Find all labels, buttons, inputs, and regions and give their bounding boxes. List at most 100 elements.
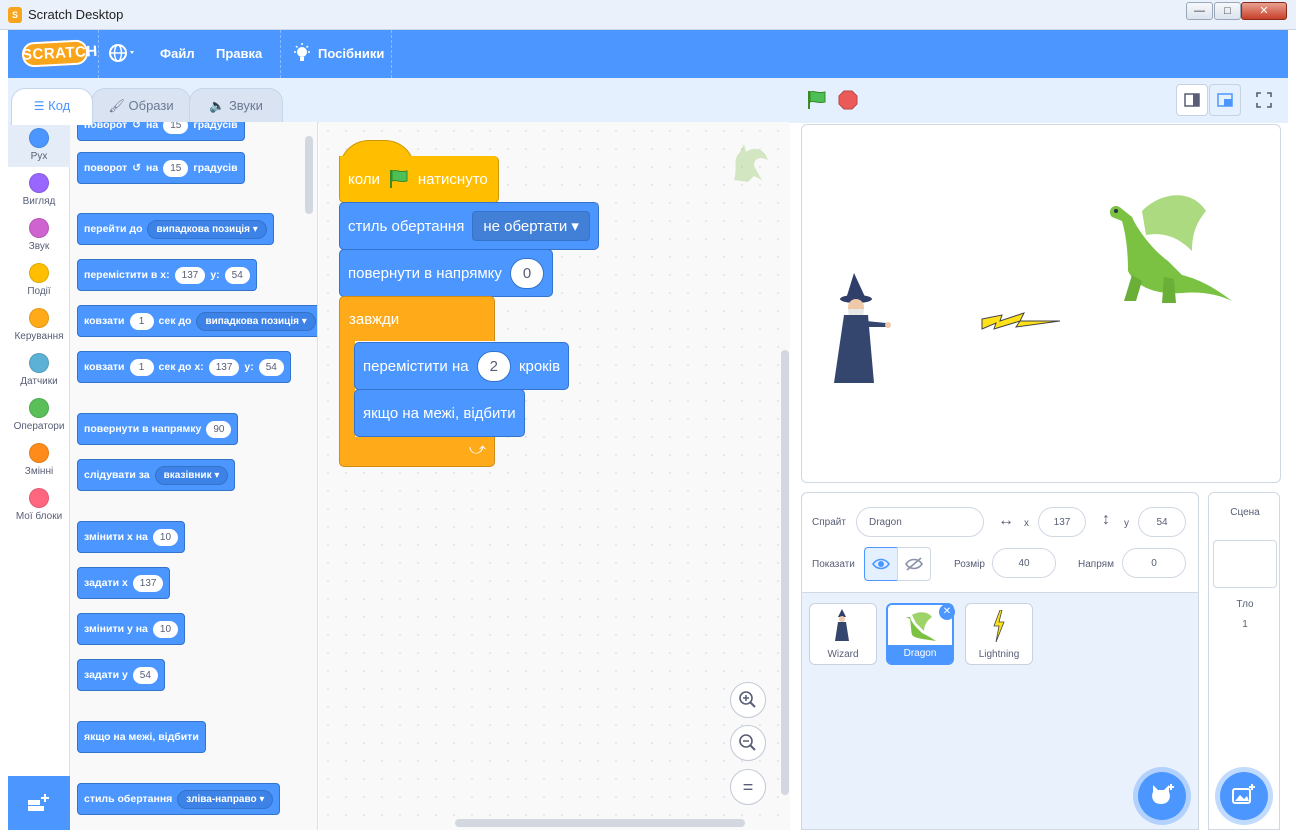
gotoxy-block[interactable]: перемістити в x: 137 y: 54	[77, 259, 257, 291]
zoom-out-button[interactable]	[730, 725, 766, 761]
control-dot	[29, 308, 49, 328]
size-input[interactable]: 40	[992, 548, 1056, 578]
glidexy-block[interactable]: ковзати 1 сек до x: 137 y: 54	[77, 351, 291, 383]
close-button[interactable]: ✕	[1241, 2, 1287, 20]
block-palette: поворот ↺ на 15 градусів поворот ↺ на 15 градусі…	[70, 122, 318, 830]
rotation-dropdown[interactable]: зліва-направо ▾	[177, 789, 274, 809]
add-backdrop-button[interactable]	[1220, 772, 1268, 820]
code-icon: ☰	[33, 99, 45, 113]
zoom-in-button[interactable]	[730, 682, 766, 718]
lightning-sprite[interactable]	[980, 309, 1062, 331]
tab-costumes[interactable]: 🖌 Образи	[91, 88, 191, 124]
turn-block[interactable]: поворот ↺ на 15 градусів	[77, 152, 245, 184]
category-looks[interactable]: Вигляд	[8, 167, 70, 212]
goto-block[interactable]: перейти до випадкова позиція ▾	[77, 213, 274, 245]
point-direction-block[interactable]: повернути в напрямку 0	[339, 249, 554, 297]
show-sprite-button[interactable]	[864, 547, 898, 581]
set-x-block[interactable]: задати x 137	[77, 567, 171, 599]
direction-input[interactable]: 90	[206, 420, 232, 438]
small-stage-button[interactable]	[1176, 84, 1208, 116]
when-flag-clicked-block[interactable]: коли натиснуто	[339, 156, 499, 203]
seconds-input[interactable]: 1	[129, 358, 154, 376]
turn-left-block[interactable]: поворот ↺ на 15 градусів	[77, 122, 245, 141]
point-direction-block[interactable]: повернути в напрямку 90	[77, 413, 239, 445]
category-control[interactable]: Керування	[8, 302, 70, 347]
stage-canvas[interactable]	[801, 124, 1281, 483]
x-input[interactable]: 137	[174, 266, 206, 284]
add-sprite-button[interactable]	[1138, 772, 1186, 820]
category-variables[interactable]: Змінні	[8, 437, 70, 482]
seconds-input[interactable]: 1	[129, 312, 154, 330]
change-y-block[interactable]: змінити y на 10	[77, 613, 186, 645]
tab-sounds[interactable]: 🔈 Звуки	[189, 88, 283, 124]
category-sound[interactable]: Звук	[8, 212, 70, 257]
category-my-blocks[interactable]: Мої блоки	[8, 482, 70, 527]
category-motion[interactable]: Рух	[8, 122, 70, 167]
category-events[interactable]: Події	[8, 257, 70, 302]
lightbulb-icon[interactable]	[292, 43, 312, 70]
tab-code[interactable]: ☰ Код	[11, 88, 93, 125]
block-text: y:	[244, 361, 254, 373]
value-input[interactable]: 54	[132, 666, 158, 684]
scratch-logo[interactable]: SCRATCH	[21, 39, 98, 68]
window-title: Scratch Desktop	[28, 7, 124, 22]
x-input[interactable]: 137	[208, 358, 240, 376]
rotation-style-block[interactable]: стиль обертання зліва-направо ▾	[77, 783, 281, 815]
rotation-style-block[interactable]: стиль обертання не обертати ▾	[339, 202, 599, 250]
forever-block[interactable]: завжди	[339, 296, 495, 341]
degrees-input[interactable]: 15	[163, 159, 189, 177]
glide-dropdown[interactable]: випадкова позиція ▾	[196, 311, 316, 331]
set-y-block[interactable]: задати y 54	[77, 659, 165, 691]
value-input[interactable]: 137	[132, 574, 164, 592]
dragon-sprite[interactable]	[1102, 191, 1236, 309]
move-steps-block[interactable]: перемістити на 2 кроків	[354, 342, 570, 390]
direction-input[interactable]: 0	[509, 257, 545, 289]
bounce-block[interactable]: якщо на межі, відбити	[354, 389, 525, 437]
sprite-name: Wizard	[827, 649, 859, 660]
direction-input[interactable]: 0	[1122, 548, 1186, 578]
green-flag-icon[interactable]	[806, 89, 828, 116]
add-extension-button[interactable]	[8, 776, 70, 830]
y-input[interactable]: 54	[224, 266, 250, 284]
value-input[interactable]: 10	[152, 620, 179, 638]
delete-sprite-icon[interactable]: ✕	[939, 604, 955, 620]
sprite-thumb-wizard[interactable]: Wizard	[809, 603, 877, 665]
sprite-thumb-lightning[interactable]: Lightning	[965, 603, 1033, 665]
language-icon[interactable]	[108, 42, 138, 70]
goto-dropdown[interactable]: випадкова позиція ▾	[147, 219, 267, 239]
file-menu[interactable]: Файл	[160, 46, 195, 61]
bounce-block[interactable]: якщо на межі, відбити	[77, 721, 206, 753]
x-input[interactable]: 137	[1038, 507, 1086, 537]
forever-arm	[339, 340, 355, 440]
rotation-dropdown[interactable]: не обертати ▾	[472, 211, 590, 241]
sprite-name-input[interactable]: Dragon	[856, 507, 984, 537]
stage-thumbnail[interactable]	[1213, 540, 1277, 588]
block-text: сек до	[158, 315, 192, 327]
large-stage-button[interactable]	[1209, 84, 1241, 116]
palette-scrollbar[interactable]	[305, 136, 313, 214]
steps-input[interactable]: 2	[476, 350, 511, 382]
degrees-input[interactable]: 15	[163, 122, 189, 134]
horizontal-scrollbar[interactable]	[455, 819, 745, 827]
wizard-sprite[interactable]	[824, 271, 894, 389]
follow-block[interactable]: слідувати за вказівник ▾	[77, 459, 236, 491]
tab-code-label: Код	[48, 98, 71, 113]
hide-sprite-button[interactable]	[897, 547, 931, 581]
block-text: змінити y на	[84, 623, 148, 635]
glide-block[interactable]: ковзати 1 сек до випадкова позиція ▾	[77, 305, 317, 337]
edit-menu[interactable]: Правка	[216, 46, 262, 61]
change-x-block[interactable]: змінити x на 10	[77, 521, 186, 553]
fullscreen-icon[interactable]	[1248, 84, 1280, 116]
value-input[interactable]: 10	[152, 528, 179, 546]
stop-icon[interactable]	[838, 90, 858, 115]
y-input[interactable]: 54	[1138, 507, 1186, 537]
zoom-reset-button[interactable]: =	[730, 769, 766, 805]
y-input[interactable]: 54	[258, 358, 284, 376]
minimize-button[interactable]: —	[1186, 2, 1213, 20]
maximize-button[interactable]: □	[1214, 2, 1241, 20]
category-sensing[interactable]: Датчики	[8, 347, 70, 392]
tutorials-menu[interactable]: Посібники	[318, 46, 384, 61]
category-operators[interactable]: Оператори	[8, 392, 70, 437]
follow-dropdown[interactable]: вказівник ▾	[154, 465, 229, 485]
vertical-scrollbar[interactable]	[781, 350, 789, 795]
